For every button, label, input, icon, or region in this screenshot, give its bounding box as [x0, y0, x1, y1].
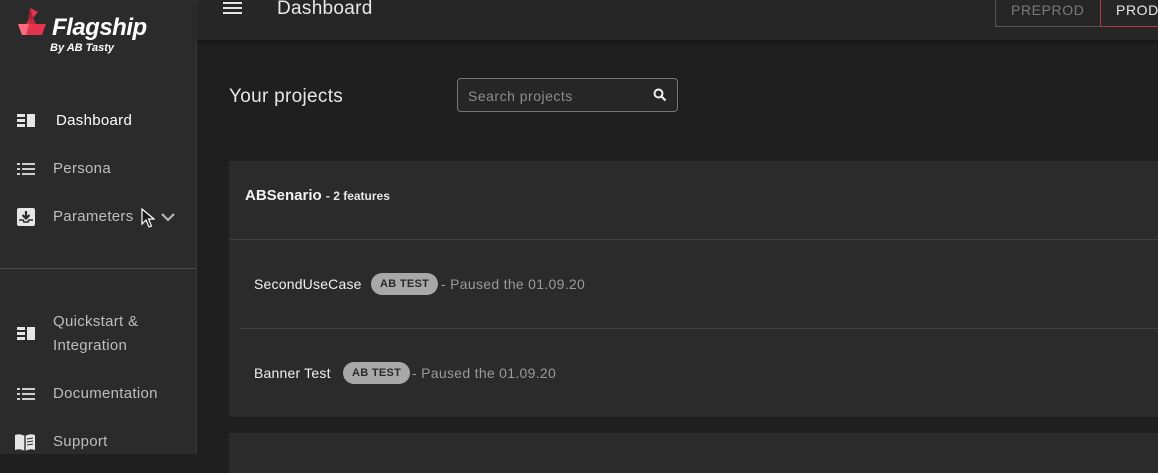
sidebar-item-quickstart[interactable]: Quickstart & Integration: [0, 310, 196, 358]
list-icon: [17, 388, 35, 400]
feature-count: - 2 features: [325, 189, 390, 203]
sidebar-item-parameters[interactable]: Parameters: [0, 204, 196, 230]
project-card: ABSenario - 2 features SecondUseCase AB …: [229, 161, 1158, 417]
projects-heading: Your projects: [229, 86, 344, 107]
search-icon[interactable]: [653, 88, 667, 102]
sidebar-item-support[interactable]: Support: [0, 429, 196, 455]
project-title: ABSenario - 2 features: [245, 187, 390, 204]
feature-type-badge: AB TEST: [343, 362, 411, 384]
sidebar-item-documentation[interactable]: Documentation: [0, 381, 196, 407]
project-name: ABSenario: [245, 187, 322, 204]
mouse-cursor-icon: [141, 208, 155, 228]
sidebar-item-label: Persona: [53, 160, 111, 177]
sidebar-item-label-line2: Integration: [53, 337, 128, 354]
sidebar-item-label: Support: [53, 433, 108, 450]
feature-status: - Paused the 01.09.20: [412, 365, 557, 381]
dashboard-icon: [17, 114, 35, 127]
list-icon: [17, 163, 35, 175]
sidebar: Flagship By AB Tasty Dashboard Persona P…: [0, 0, 197, 454]
inbox-download-icon: [17, 208, 35, 226]
feature-status: - Paused the 01.09.20: [441, 276, 586, 292]
chevron-down-icon[interactable]: [160, 210, 176, 224]
sidebar-item-dashboard[interactable]: Dashboard: [0, 108, 196, 134]
brand-name: Flagship: [52, 14, 147, 41]
sidebar-item-label: Quickstart &: [53, 313, 139, 330]
sidebar-item-persona[interactable]: Persona: [0, 156, 196, 182]
sidebar-item-label: Dashboard: [56, 112, 133, 129]
sidebar-item-label: Documentation: [53, 385, 158, 402]
env-prod-button[interactable]: PROD: [1100, 0, 1158, 27]
brand-logo[interactable]: Flagship By AB Tasty: [16, 6, 186, 58]
page-title: Dashboard: [277, 0, 373, 19]
feature-row[interactable]: Banner Test AB TEST - Paused the 01.09.2…: [229, 329, 1158, 417]
search-box: [457, 78, 678, 113]
flagship-logo-icon: [18, 8, 46, 35]
book-icon: [15, 434, 35, 451]
feature-type-badge: AB TEST: [371, 273, 439, 295]
top-app-bar: Dashboard PREPROD PROD: [197, 0, 1158, 40]
hamburger-menu-icon[interactable]: [223, 1, 243, 17]
feature-name: Banner Test: [254, 365, 331, 381]
brand-byline: By AB Tasty: [50, 42, 114, 54]
search-input[interactable]: [466, 79, 650, 113]
feature-name: SecondUseCase: [254, 276, 362, 292]
sidebar-divider: [0, 268, 196, 269]
dashboard-icon: [17, 327, 35, 340]
env-preprod-button[interactable]: PREPROD: [995, 0, 1101, 27]
project-card: [229, 433, 1158, 473]
feature-row[interactable]: SecondUseCase AB TEST - Paused the 01.09…: [229, 240, 1158, 328]
project-card-header[interactable]: ABSenario - 2 features: [229, 161, 1158, 240]
sidebar-item-label: Parameters: [53, 208, 134, 225]
